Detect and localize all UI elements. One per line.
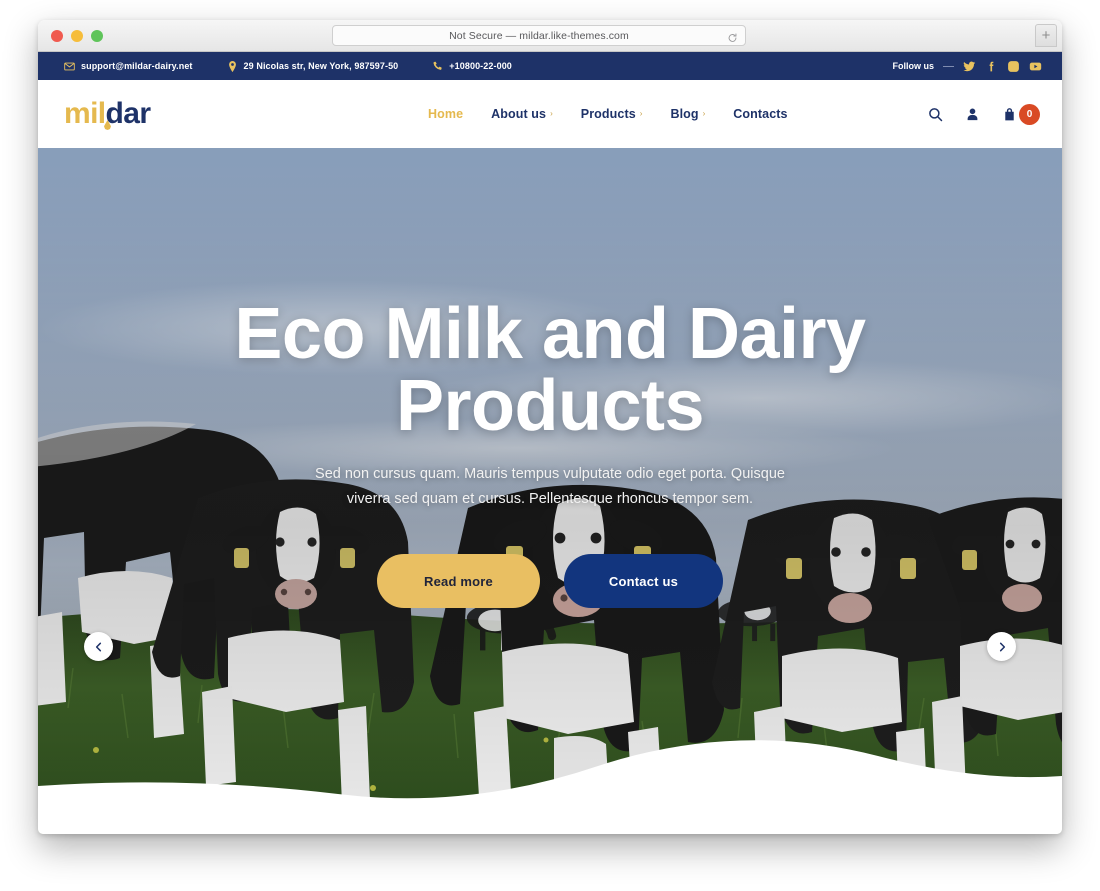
- phone-icon: [432, 61, 443, 72]
- nav-item-products[interactable]: Products ›: [581, 107, 643, 121]
- hero-slider: Eco Milk and Dairy Products Sed non curs…: [38, 148, 1062, 834]
- contact-address[interactable]: 29 Nicolas str, New York, 987597-50: [227, 60, 399, 72]
- logo-text-first: mil: [64, 97, 106, 130]
- envelope-icon: [64, 61, 75, 72]
- facebook-icon[interactable]: [985, 60, 998, 73]
- header-actions: 0: [928, 103, 1040, 125]
- site-header: mildar Home About us › Products › Blog ›…: [38, 80, 1062, 148]
- slider-prev-button[interactable]: [84, 632, 113, 661]
- contact-email[interactable]: support@mildar-dairy.net: [64, 61, 193, 72]
- shopping-bag-icon[interactable]: [1002, 107, 1017, 122]
- top-info-bar: support@mildar-dairy.net 29 Nicolas str,…: [38, 52, 1062, 80]
- main-navigation: Home About us › Products › Blog › Contac…: [428, 107, 788, 121]
- nav-item-about-us[interactable]: About us ›: [491, 107, 553, 121]
- twitter-icon[interactable]: [963, 60, 976, 73]
- chevron-right-icon: ›: [639, 109, 643, 118]
- chevron-left-icon: [95, 642, 101, 651]
- nav-item-blog[interactable]: Blog ›: [670, 107, 705, 121]
- minimize-window-button[interactable]: [71, 29, 83, 42]
- address-bar[interactable]: Not Secure — mildar.like-themes.com: [332, 25, 746, 46]
- nav-item-contacts[interactable]: Contacts: [733, 107, 787, 121]
- section-wave-divider: [38, 714, 1062, 834]
- nav-item-home[interactable]: Home: [428, 107, 463, 121]
- slider-next-button[interactable]: [987, 632, 1016, 661]
- page-viewport: support@mildar-dairy.net 29 Nicolas str,…: [38, 52, 1062, 834]
- divider-dash: [943, 65, 954, 67]
- chevron-right-icon: ›: [550, 109, 553, 118]
- reload-icon[interactable]: [727, 30, 738, 42]
- contact-email-text: support@mildar-dairy.net: [81, 61, 193, 71]
- map-pin-icon: [227, 60, 238, 72]
- nav-label: Home: [428, 107, 464, 121]
- read-more-button[interactable]: Read more: [377, 554, 540, 608]
- close-window-button[interactable]: [51, 29, 63, 42]
- cart-count-badge: 0: [1019, 103, 1040, 125]
- youtube-icon[interactable]: [1029, 60, 1042, 73]
- browser-window: Not Secure — mildar.like-themes.com + su…: [38, 20, 1062, 834]
- logo-text-second: dar: [105, 97, 151, 130]
- nav-label: Blog: [670, 107, 699, 121]
- address-bar-text: Not Secure — mildar.like-themes.com: [449, 29, 629, 42]
- maximize-window-button[interactable]: [91, 29, 103, 42]
- contact-phone-text: +10800-22-000: [449, 61, 512, 71]
- contact-phone[interactable]: +10800-22-000: [432, 61, 512, 72]
- hero-cta-group: Read more Contact us: [377, 554, 723, 608]
- follow-us-label: Follow us: [892, 61, 935, 71]
- nav-label: Products: [580, 107, 636, 121]
- search-icon[interactable]: [928, 107, 943, 122]
- browser-chrome-bar: Not Secure — mildar.like-themes.com +: [38, 20, 1062, 52]
- nav-label: About us: [491, 107, 547, 121]
- contact-address-text: 29 Nicolas str, New York, 987597-50: [243, 61, 399, 71]
- new-tab-button[interactable]: +: [1035, 24, 1057, 47]
- chevron-right-icon: [999, 642, 1005, 651]
- social-links: Follow us: [893, 60, 1043, 73]
- site-logo[interactable]: mildar: [64, 94, 160, 134]
- user-account-icon[interactable]: [965, 107, 980, 122]
- chevron-right-icon: ›: [702, 109, 706, 118]
- instagram-icon[interactable]: [1007, 60, 1020, 73]
- nav-label: Contacts: [733, 107, 788, 121]
- contact-us-button[interactable]: Contact us: [564, 554, 723, 608]
- cart-button[interactable]: 0: [1002, 103, 1040, 125]
- window-controls: [51, 29, 103, 42]
